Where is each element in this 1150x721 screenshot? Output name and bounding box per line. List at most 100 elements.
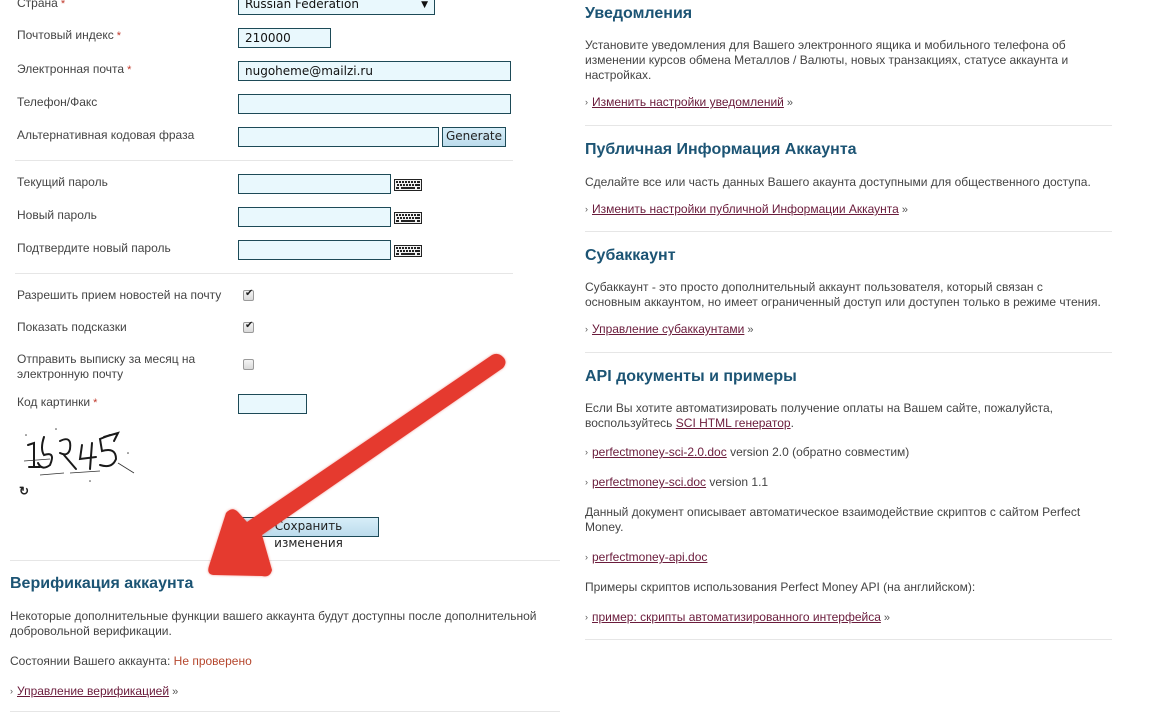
country-select-value: Russian Federation — [245, 0, 359, 11]
api-doc-row: › perfectmoney-sci.doc version 1.1 — [585, 475, 768, 490]
public-info-link-row: › Изменить настройки публичной Информации… — [585, 202, 908, 218]
api-intro-prefix: воспользуйтесь — [585, 416, 676, 430]
phone-input[interactable] — [238, 94, 511, 114]
verification-status-value: Не проверено — [173, 654, 252, 668]
raquo-icon: » — [747, 324, 754, 336]
public-info-settings-link[interactable]: Изменить настройки публичной Информации … — [592, 202, 899, 216]
account-info-column: Уведомления Установите уведомления для В… — [585, 0, 1125, 721]
subaccount-description: Субаккаунт - это просто дополнительный а… — [585, 280, 1125, 310]
chevron-down-icon: ▼ — [421, 0, 428, 10]
manage-verification-link[interactable]: Управление верификацией — [17, 684, 169, 698]
bullet-chevron-icon: › — [585, 97, 588, 107]
public-info-description: Сделайте все или часть данных Вашего ака… — [585, 175, 1091, 189]
divider — [15, 160, 513, 161]
sci-doc-note: version 1.1 — [706, 475, 769, 489]
divider — [585, 231, 1112, 232]
notifications-description-line3: настройках. — [585, 68, 652, 82]
verification-description-line2: добровольной верификации. — [10, 624, 172, 638]
api-examples-row: › пример: скрипты автоматизированного инт… — [585, 610, 890, 626]
alt-passphrase-label: Альтернативная кодовая фраза — [17, 128, 195, 142]
captcha-input[interactable] — [238, 394, 307, 414]
country-select[interactable]: Russian Federation ▼ — [238, 0, 435, 15]
virtual-keyboard-icon[interactable] — [394, 212, 422, 224]
notifications-link-row: › Изменить настройки уведомлений» — [585, 95, 793, 111]
postal-code-label: Почтовый индекс * — [17, 28, 121, 44]
verification-status-label: Состоянии Вашего аккаунта: — [10, 654, 171, 668]
api-doc-link[interactable]: perfectmoney-api.doc — [592, 550, 707, 564]
virtual-keyboard-icon[interactable] — [394, 245, 422, 257]
sci-2-doc-link[interactable]: perfectmoney-sci-2.0.doc — [592, 445, 727, 459]
country-label-text: Страна — [17, 0, 58, 10]
api-description-line1: Данный документ описывает автоматическое… — [585, 505, 1081, 519]
bullet-chevron-icon: › — [10, 686, 13, 696]
captcha-image — [23, 428, 135, 482]
refresh-icon[interactable]: ↻ — [19, 484, 29, 498]
news-subscription-checkbox[interactable]: ✔ — [243, 288, 254, 301]
api-intro-line1: Если Вы хотите автоматизировать получени… — [585, 401, 1053, 415]
bullet-chevron-icon: › — [585, 324, 588, 334]
save-changes-label: Сохранить изменения — [274, 519, 343, 550]
verification-description: Некоторые дополнительные функции вашего … — [10, 609, 565, 639]
virtual-keyboard-icon[interactable] — [394, 179, 422, 191]
verification-heading: Верификация аккаунта — [10, 575, 194, 592]
postal-code-input[interactable]: 210000 — [238, 28, 331, 48]
notifications-heading: Уведомления — [585, 5, 693, 22]
notifications-description-line1: Установите уведомления для Вашего электр… — [585, 38, 1066, 52]
monthly-statement-checkbox[interactable] — [243, 359, 254, 370]
email-label-text: Электронная почта — [17, 62, 125, 76]
api-intro-suffix: . — [790, 416, 794, 430]
monthly-statement-label-line2: электронную почту — [17, 367, 124, 381]
divider — [585, 352, 1112, 353]
monthly-statement-label: Отправить выписку за месяц на электронну… — [17, 352, 195, 382]
generate-button[interactable]: Generate — [442, 127, 506, 147]
subaccount-link-row: › Управление субаккаунтами» — [585, 322, 754, 338]
raquo-icon: » — [172, 686, 179, 698]
postal-code-label-text: Почтовый индекс — [17, 28, 114, 42]
required-mark: * — [93, 397, 98, 409]
email-label: Электронная почта * — [17, 62, 131, 78]
country-label: Страна * — [17, 0, 65, 12]
bullet-chevron-icon: › — [585, 612, 588, 622]
public-info-heading: Публичная Информация Аккаунта — [585, 141, 857, 158]
new-password-input[interactable] — [238, 207, 391, 227]
subaccount-description-line2: основным аккаунтом, но имеет ограниченны… — [585, 295, 1101, 309]
notifications-description: Установите уведомления для Вашего электр… — [585, 38, 1125, 83]
alt-passphrase-input[interactable] — [238, 127, 439, 147]
new-password-label: Новый пароль — [17, 208, 97, 222]
subaccount-description-line1: Субаккаунт - это просто дополнительный а… — [585, 280, 1043, 294]
divider — [10, 560, 560, 561]
divider — [10, 711, 560, 712]
divider — [585, 639, 1112, 640]
raquo-icon: » — [883, 612, 891, 624]
api-doc-row: › perfectmoney-api.doc — [585, 550, 707, 565]
api-examples-link[interactable]: пример: скрипты автоматизированного инте… — [592, 610, 881, 624]
notification-settings-link[interactable]: Изменить настройки уведомлений — [592, 95, 784, 109]
current-password-input[interactable] — [238, 174, 391, 194]
confirm-password-input[interactable] — [238, 240, 391, 260]
current-password-label: Текущий пароль — [17, 175, 108, 189]
api-intro-line2: воспользуйтесь SCI HTML генератор. — [585, 416, 1125, 431]
required-mark: * — [127, 64, 132, 76]
api-doc-row: › perfectmoney-sci-2.0.doc version 2.0 (о… — [585, 445, 909, 460]
sci-doc-link[interactable]: perfectmoney-sci.doc — [592, 475, 706, 489]
captcha-label: Код картинки * — [17, 395, 97, 411]
save-changes-button[interactable]: Сохранить изменения — [238, 517, 379, 550]
checkmark-icon: ✔ — [245, 288, 254, 299]
raquo-icon: » — [786, 97, 794, 109]
api-heading: API документы и примеры — [585, 368, 797, 385]
required-mark: * — [116, 30, 122, 42]
email-input[interactable]: nugoheme@mailzi.ru — [238, 61, 511, 81]
bullet-chevron-icon: › — [585, 477, 588, 487]
api-description-line2: Money. — [585, 520, 624, 534]
news-subscription-label: Разрешить прием новостей на почту — [17, 288, 222, 302]
sci-2-doc-note: version 2.0 (обратно совместим) — [726, 445, 910, 459]
sci-html-generator-link[interactable]: SCI HTML генератор — [676, 416, 791, 430]
manage-subaccounts-link[interactable]: Управление субаккаунтами — [592, 322, 744, 336]
api-intro: Если Вы хотите автоматизировать получени… — [585, 401, 1125, 431]
divider — [15, 273, 513, 274]
api-description: Данный документ описывает автоматическое… — [585, 505, 1125, 535]
phone-label: Телефон/Факс — [17, 95, 98, 109]
bullet-chevron-icon: › — [585, 447, 588, 457]
account-settings-form: Страна * Russian Federation ▼ Почтовый ин… — [0, 0, 570, 721]
show-hints-checkbox[interactable]: ✔ — [243, 320, 254, 333]
